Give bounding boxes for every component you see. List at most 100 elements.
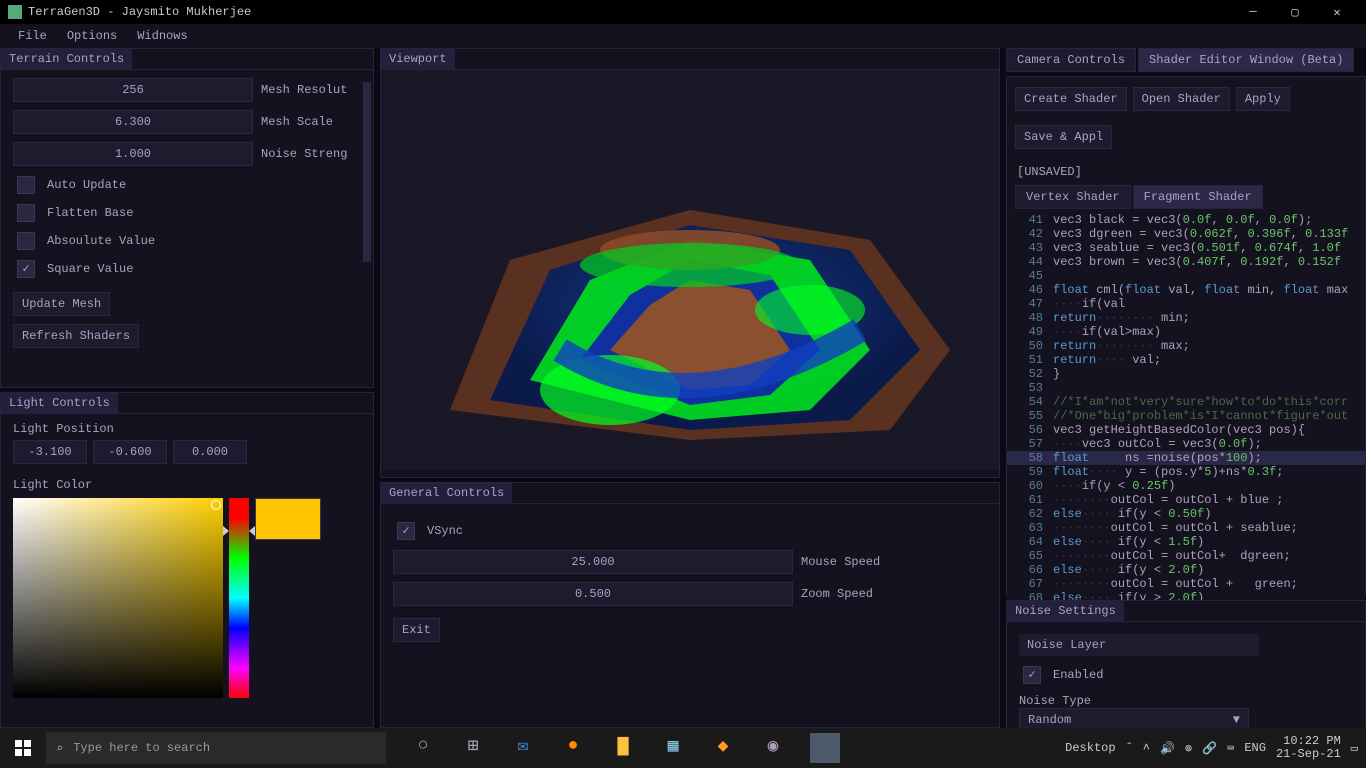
tab-shader-editor[interactable]: Shader Editor Window (Beta) bbox=[1138, 48, 1354, 72]
code-line: 42vec3 dgreen = vec3(0.062f, 0.396f, 0.1… bbox=[1007, 227, 1365, 241]
auto-update-checkbox[interactable] bbox=[17, 176, 35, 194]
save-apply-button[interactable]: Save & Appl bbox=[1015, 125, 1112, 149]
keyboard-icon[interactable]: ⌨ bbox=[1227, 741, 1234, 756]
sublime-icon[interactable]: ◆ bbox=[710, 733, 736, 759]
task-view-icon[interactable]: ⊞ bbox=[460, 733, 486, 759]
mouse-speed-label: Mouse Speed bbox=[801, 555, 880, 569]
auto-update-label: Auto Update bbox=[47, 178, 126, 192]
light-position-label: Light Position bbox=[13, 422, 361, 436]
color-sv-picker[interactable] bbox=[13, 498, 223, 698]
code-line: 66else···· if(y < 2.0f) bbox=[1007, 563, 1365, 577]
absolute-value-checkbox[interactable] bbox=[17, 232, 35, 250]
taskbar-search[interactable]: ⌕ Type here to search bbox=[46, 732, 386, 764]
code-line: 65········outCol = outCol+ dgreen; bbox=[1007, 549, 1365, 563]
refresh-shaders-button[interactable]: Refresh Shaders bbox=[13, 324, 139, 348]
notification-icon[interactable]: ▭ bbox=[1351, 741, 1358, 756]
volume-icon[interactable]: 🔊 bbox=[1160, 741, 1175, 756]
code-line: 56vec3 getHeightBasedColor(vec3 pos){ bbox=[1007, 423, 1365, 437]
chrome-icon[interactable]: ◉ bbox=[760, 733, 786, 759]
start-button[interactable] bbox=[0, 728, 46, 768]
zoom-speed-input[interactable]: 0.500 bbox=[393, 582, 793, 606]
menu-windows[interactable]: Widnows bbox=[137, 29, 187, 43]
noise-strength-label: Noise Streng bbox=[261, 147, 347, 161]
code-line: 44vec3 brown = vec3(0.407f, 0.192f, 0.15… bbox=[1007, 255, 1365, 269]
mesh-scale-label: Mesh Scale bbox=[261, 115, 333, 129]
app-icon[interactable] bbox=[810, 733, 840, 763]
lang-indicator[interactable]: ENG bbox=[1244, 741, 1266, 755]
flatten-base-checkbox[interactable] bbox=[17, 204, 35, 222]
code-line: 50return········ max; bbox=[1007, 339, 1365, 353]
link-icon[interactable]: 🔗 bbox=[1202, 741, 1217, 756]
shader-editor-panel: Create Shader Open Shader Apply Save & A… bbox=[1006, 76, 1366, 596]
desktop-label[interactable]: Desktop bbox=[1065, 741, 1115, 755]
code-line: 60····if(y < 0.25f) bbox=[1007, 479, 1365, 493]
light-y-input[interactable]: -0.600 bbox=[93, 440, 167, 464]
taskbar-clock[interactable]: 10:22 PM 21-Sep-21 bbox=[1276, 735, 1341, 761]
open-shader-button[interactable]: Open Shader bbox=[1133, 87, 1230, 111]
code-line: 59float···· y = (pos.y*5)+ns*0.3f; bbox=[1007, 465, 1365, 479]
vsync-checkbox[interactable] bbox=[397, 522, 415, 540]
app-icon bbox=[8, 5, 22, 19]
code-line: 63········outCol = outCol + seablue; bbox=[1007, 521, 1365, 535]
noise-strength-input[interactable]: 1.000 bbox=[13, 142, 253, 166]
close-button[interactable]: ✕ bbox=[1316, 0, 1358, 24]
noise-type-value: Random bbox=[1028, 713, 1071, 727]
noise-enabled-checkbox[interactable] bbox=[1023, 666, 1041, 684]
general-controls-panel: General Controls VSync 25.000 Mouse Spee… bbox=[380, 482, 1000, 728]
clock-date: 21-Sep-21 bbox=[1276, 748, 1341, 761]
tray-up-icon[interactable]: ˄ bbox=[1143, 741, 1150, 755]
create-shader-button[interactable]: Create Shader bbox=[1015, 87, 1127, 111]
mesh-resolution-label: Mesh Resolut bbox=[261, 83, 347, 97]
noise-type-label: Noise Type bbox=[1019, 694, 1353, 708]
maximize-button[interactable]: ▢ bbox=[1274, 0, 1316, 24]
zoom-speed-label: Zoom Speed bbox=[801, 587, 873, 601]
noise-layer-header[interactable]: Noise Layer bbox=[1019, 634, 1259, 656]
color-hue-slider[interactable] bbox=[229, 498, 249, 698]
minimize-button[interactable]: ─ bbox=[1232, 0, 1274, 24]
mesh-scale-input[interactable]: 6.300 bbox=[13, 110, 253, 134]
mail-icon[interactable]: ✉ bbox=[510, 733, 536, 759]
code-line: 49····if(val>max) bbox=[1007, 325, 1365, 339]
code-line: 67········outCol = outCol + green; bbox=[1007, 577, 1365, 591]
code-line: 62else···· if(y < 0.50f) bbox=[1007, 507, 1365, 521]
light-controls-panel: Light Controls Light Position -3.100 -0.… bbox=[0, 392, 374, 728]
light-z-input[interactable]: 0.000 bbox=[173, 440, 247, 464]
firefox-icon[interactable]: ● bbox=[560, 733, 586, 759]
noise-enabled-label: Enabled bbox=[1053, 668, 1103, 682]
photos-icon[interactable]: ▦ bbox=[660, 733, 686, 759]
panel-title: Noise Settings bbox=[1007, 601, 1124, 621]
shader-code-editor[interactable]: 41vec3 black = vec3(0.0f, 0.0f, 0.0f);42… bbox=[1007, 209, 1365, 609]
mouse-speed-input[interactable]: 25.000 bbox=[393, 550, 793, 574]
code-line: 45 bbox=[1007, 269, 1365, 283]
menu-file[interactable]: File bbox=[18, 29, 47, 43]
code-line: 48return········ min; bbox=[1007, 311, 1365, 325]
right-tabs: Camera Controls Shader Editor Window (Be… bbox=[1006, 48, 1366, 72]
update-mesh-button[interactable]: Update Mesh bbox=[13, 292, 110, 316]
tab-camera-controls[interactable]: Camera Controls bbox=[1006, 48, 1136, 72]
tab-vertex-shader[interactable]: Vertex Shader bbox=[1015, 185, 1131, 209]
scrollbar-thumb[interactable] bbox=[363, 82, 371, 262]
explorer-icon[interactable]: ▇ bbox=[610, 733, 636, 759]
apply-shader-button[interactable]: Apply bbox=[1236, 87, 1290, 111]
panel-title: Light Controls bbox=[1, 393, 118, 413]
chevron-up-icon[interactable]: ˆ bbox=[1126, 741, 1133, 755]
mesh-resolution-input[interactable]: 256 bbox=[13, 78, 253, 102]
exit-button[interactable]: Exit bbox=[393, 618, 440, 642]
light-x-input[interactable]: -3.100 bbox=[13, 440, 87, 464]
color-swatch bbox=[255, 498, 321, 540]
unsaved-indicator: [UNSAVED] bbox=[1007, 159, 1365, 185]
noise-settings-panel: Noise Settings Noise Layer Enabled Noise… bbox=[1006, 600, 1366, 741]
code-line: 58float···· ns =noise(pos*100); bbox=[1007, 451, 1365, 465]
code-line: 55//*One*big*problem*is*I*cannot*figure*… bbox=[1007, 409, 1365, 423]
cortana-icon[interactable]: ○ bbox=[410, 733, 436, 759]
viewport-3d[interactable] bbox=[381, 70, 999, 470]
code-line: 57····vec3 outCol = vec3(0.0f); bbox=[1007, 437, 1365, 451]
terrain-controls-panel: Terrain Controls 256 Mesh Resolut 6.300 … bbox=[0, 48, 374, 388]
square-value-label: Square Value bbox=[47, 262, 133, 276]
tab-fragment-shader[interactable]: Fragment Shader bbox=[1133, 185, 1263, 209]
square-value-checkbox[interactable] bbox=[17, 260, 35, 278]
flatten-base-label: Flatten Base bbox=[47, 206, 133, 220]
vsync-label: VSync bbox=[427, 524, 463, 538]
menu-options[interactable]: Options bbox=[67, 29, 117, 43]
wifi-icon[interactable]: ⊚ bbox=[1185, 741, 1192, 756]
